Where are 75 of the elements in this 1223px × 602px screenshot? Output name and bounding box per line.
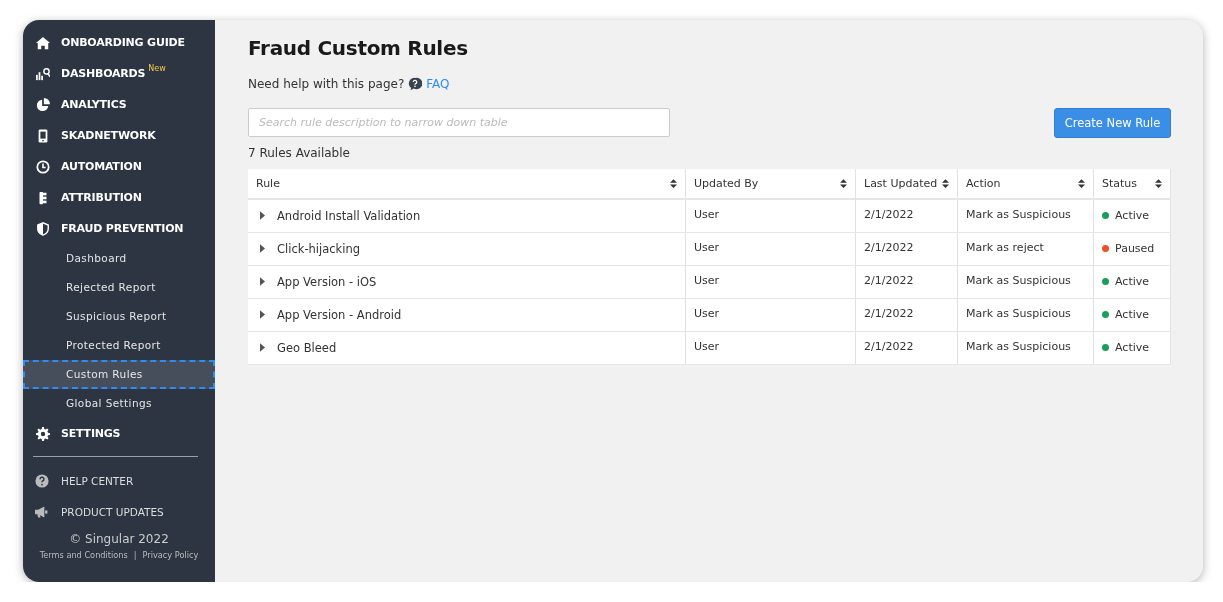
caret-icon[interactable] [260, 211, 265, 221]
table-cell: 2/1/2022 [855, 298, 958, 331]
nav-item[interactable]: ONBOARDING GUIDE [61, 36, 185, 49]
sub-nav-item[interactable]: Suspicious Report [23, 302, 215, 331]
column-header[interactable]: Updated By [685, 169, 856, 199]
status-text: Active [1115, 308, 1150, 321]
megaphone-icon [35, 504, 49, 519]
table-cell: User [685, 199, 856, 232]
nav-item[interactable]: AUTOMATION [61, 160, 142, 173]
table-cell: Mark as Suspicious [957, 199, 1094, 232]
phone-icon [36, 128, 50, 143]
table-cell: Mark as reject [957, 232, 1094, 265]
sub-nav-item[interactable]: Custom Rules [23, 360, 215, 389]
status-text: Active [1115, 341, 1150, 354]
sort-icon [1078, 179, 1085, 188]
table-cell: 2/1/2022 [855, 265, 958, 298]
nav-item[interactable]: SKADNETWORK [61, 129, 156, 142]
caret-icon[interactable] [260, 277, 265, 286]
table-cell: Mark as Suspicious [957, 298, 1094, 331]
table-cell: 2/1/2022 [855, 232, 958, 265]
house-icon [36, 35, 50, 50]
status-text: Active [1115, 209, 1150, 223]
column-header[interactable]: Status [1093, 169, 1171, 199]
table-cell: Mark as Suspicious [957, 265, 1094, 298]
rules-count: 7 Rules Available [248, 146, 351, 160]
search-field[interactable]: Search rule description to narrow down table [248, 108, 670, 137]
bar-chart-magnifier-icon [36, 66, 50, 81]
status-text: Active [1115, 275, 1150, 288]
sort-icon [670, 179, 677, 188]
column-header[interactable]: Last Updated [855, 169, 958, 199]
sub-nav-item[interactable]: Protected Report [23, 331, 215, 360]
nav-item[interactable]: SETTINGS [61, 427, 121, 440]
help-text: Need help with this page? [248, 77, 405, 91]
sub-nav-item[interactable]: Rejected Report [23, 273, 215, 302]
help-icon [35, 473, 49, 488]
sort-icon [942, 179, 949, 188]
footer-link[interactable]: Terms and Conditions [39, 550, 128, 560]
table-cell: User [685, 331, 856, 364]
pie-chart-icon [36, 97, 50, 112]
sub-nav-item[interactable]: Dashboard [23, 244, 215, 273]
caret-icon[interactable] [260, 343, 265, 352]
nav-item[interactable]: FRAUD PREVENTION [61, 222, 184, 235]
table-cell: User [685, 298, 856, 331]
table-cell: User [685, 265, 856, 298]
rule-name: Geo Bleed [277, 340, 337, 355]
separator-text: | [133, 550, 137, 560]
status-text: Paused [1115, 242, 1155, 255]
nav-item[interactable]: ANALYTICS [61, 98, 127, 111]
column-header[interactable]: Action [957, 169, 1094, 199]
sidebar-link[interactable]: PRODUCT UPDATES [61, 505, 164, 518]
rule-name: App Version - Android [277, 307, 402, 322]
rule-name: Android Install Validation [277, 208, 421, 223]
nav-item[interactable]: ATTRIBUTION [61, 191, 142, 204]
footer-link[interactable]: Privacy Policy [142, 550, 199, 560]
shield-icon [36, 221, 50, 236]
clock-icon [36, 159, 50, 174]
speech-bubble-question-icon [408, 77, 423, 91]
table-cell: 2/1/2022 [855, 331, 958, 364]
caret-icon[interactable] [260, 244, 265, 253]
column-header[interactable]: Rule [248, 169, 686, 199]
caret-icon[interactable] [260, 310, 265, 319]
sidebar-link[interactable]: HELP CENTER [61, 474, 134, 487]
gear-icon [36, 426, 50, 441]
table-cell: User [685, 232, 856, 265]
sort-icon [840, 179, 847, 188]
rule-name: App Version - iOS [277, 274, 377, 289]
page-title: Fraud Custom Rules [248, 36, 469, 60]
table-cell: 2/1/2022 [855, 199, 958, 232]
nav-item[interactable]: DASHBOARDS [61, 67, 146, 80]
table-cell: Mark as Suspicious [957, 331, 1094, 364]
rule-name: Click-hijacking [277, 241, 361, 256]
sort-icon [1155, 179, 1162, 188]
copyright-text: © Singular 2022 [69, 532, 169, 546]
new-label: New [148, 64, 166, 73]
sub-nav-item[interactable]: Global Settings [23, 389, 215, 418]
